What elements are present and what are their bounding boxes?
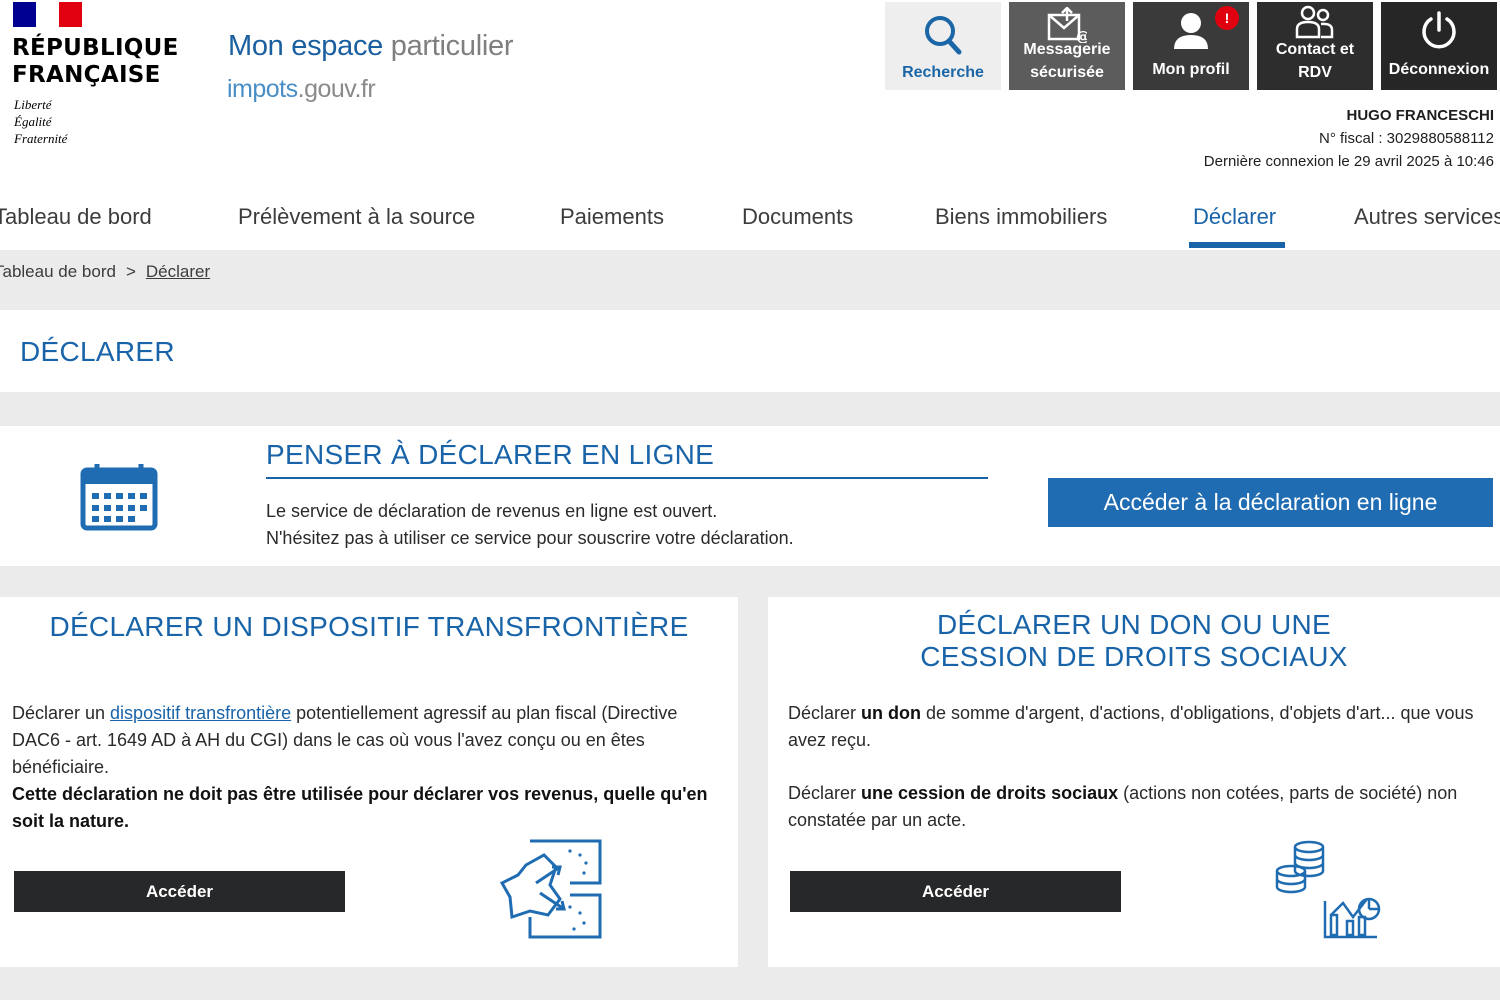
calendar-icon xyxy=(80,464,158,531)
site-url-main: impots xyxy=(227,75,298,103)
gift-shares-title-line-2: CESSION DE DROITS SOCIAUX xyxy=(920,641,1348,672)
nav-item-biens-immobiliers[interactable]: Biens immobiliers xyxy=(935,204,1107,230)
promo-text: Le service de déclaration de revenus en … xyxy=(266,498,794,552)
main-nav: Tableau de bord Prélèvement à la source … xyxy=(0,178,1500,250)
promo-line-2: N'hésitez pas à utiliser ce service pour… xyxy=(266,528,794,548)
shares-text-1: Déclarer xyxy=(788,783,862,803)
breadcrumb-home[interactable]: Tableau de bord xyxy=(0,262,116,281)
nav-item-paiements[interactable]: Paiements xyxy=(560,204,664,230)
republique-label: RÉPUBLIQUE xyxy=(12,35,179,61)
promo-title: PENSER À DÉCLARER EN LIGNE xyxy=(266,439,715,470)
gift-text-bold: un don xyxy=(861,703,922,723)
breadcrumb: Tableau de bord > Déclarer xyxy=(0,262,210,282)
contacts-icon xyxy=(1295,5,1334,39)
logout-button[interactable]: Déconnexion xyxy=(1381,2,1497,90)
nav-item-documents[interactable]: Documents xyxy=(742,204,853,230)
nav-item-tableau-de-bord[interactable]: Tableau de bord xyxy=(0,204,152,230)
online-declaration-button[interactable]: Accéder à la déclaration en ligne xyxy=(1048,478,1493,527)
site-url-logo[interactable]: impots.gouv.fr xyxy=(227,75,376,104)
shares-paragraph: Déclarer une cession de droits sociaux (… xyxy=(788,780,1488,834)
site-title[interactable]: Mon espace particulier xyxy=(228,30,513,63)
logout-button-label: Déconnexion xyxy=(1388,61,1490,78)
gift-shares-title: DÉCLARER UN DON OU UNE CESSION DE DROITS… xyxy=(768,609,1500,673)
nav-item-prelevement[interactable]: Prélèvement à la source xyxy=(238,204,475,230)
shares-text-bold: une cession de droits sociaux xyxy=(861,783,1119,803)
gift-text-1: Déclarer xyxy=(788,703,862,723)
cross-border-link[interactable]: dispositif transfrontière xyxy=(110,703,291,723)
profile-button[interactable]: ! Mon profil xyxy=(1133,2,1249,90)
promo-divider xyxy=(266,477,988,479)
nav-active-indicator xyxy=(1189,242,1285,248)
svg-text:@: @ xyxy=(1076,29,1087,43)
gift-shares-title-line-1: DÉCLARER UN DON OU UNE xyxy=(937,609,1331,640)
search-icon xyxy=(925,16,962,55)
gift-shares-card: DÉCLARER UN DON OU UNE CESSION DE DROITS… xyxy=(768,597,1500,967)
breadcrumb-separator: > xyxy=(125,262,136,281)
motto-liberte: Liberté xyxy=(14,97,52,112)
messaging-label-2: sécurisée xyxy=(1030,64,1104,81)
cross-border-title: DÉCLARER UN DISPOSITIF TRANSFRONTIÈRE xyxy=(49,611,689,642)
site-title-strong: Mon espace xyxy=(228,30,383,62)
contact-label-2: RDV xyxy=(1298,64,1332,81)
header-toolbar: Recherche @ Messagerie sécurisée ! Mon p… xyxy=(885,2,1497,90)
map-arrows-icon xyxy=(500,839,602,939)
last-login: Dernière connexion le 29 avril 2025 à 10… xyxy=(1203,153,1494,170)
page-title-band: DÉCLARER xyxy=(0,310,1500,392)
francaise-label: FRANÇAISE xyxy=(12,62,161,88)
user-info: HUGO FRANCESCHI N° fiscal : 302988058811… xyxy=(1204,104,1494,173)
motto-fraternite: Fraternité xyxy=(14,131,68,146)
nav-item-autres-services[interactable]: Autres services xyxy=(1354,204,1500,230)
user-name: HUGO FRANCESCHI xyxy=(1346,107,1494,124)
motto: Liberté Égalité Fraternité xyxy=(14,96,67,147)
french-flag-logo xyxy=(13,2,82,27)
profile-alert-badge: ! xyxy=(1215,6,1239,30)
profile-button-label: Mon profil xyxy=(1152,61,1230,78)
breadcrumb-current[interactable]: Déclarer xyxy=(146,262,210,281)
secure-messaging-button[interactable]: @ Messagerie sécurisée xyxy=(1009,2,1125,90)
site-url-rest: .gouv.fr xyxy=(297,75,376,103)
user-icon xyxy=(1174,13,1208,49)
cross-border-card: DÉCLARER UN DISPOSITIF TRANSFRONTIÈRE Dé… xyxy=(0,597,738,967)
online-declaration-banner: PENSER À DÉCLARER EN LIGNE Le service de… xyxy=(0,426,1500,566)
cross-border-warning: Cette déclaration ne doit pas être utili… xyxy=(12,784,708,831)
page-title: DÉCLARER xyxy=(20,336,175,367)
envelope-icon: @ xyxy=(1047,7,1087,43)
site-header: RÉPUBLIQUE FRANÇAISE Liberté Égalité Fra… xyxy=(0,0,1500,178)
gift-shares-access-button[interactable]: Accéder xyxy=(790,871,1121,912)
fiscal-number: N° fiscal : 3029880588112 xyxy=(1318,130,1494,147)
contact-rdv-button[interactable]: Contact et RDV xyxy=(1257,2,1373,90)
search-button-label: Recherche xyxy=(902,64,984,81)
nav-item-declarer[interactable]: Déclarer xyxy=(1193,204,1276,230)
gift-paragraph: Déclarer un don de somme d'argent, d'act… xyxy=(788,700,1488,754)
power-icon xyxy=(1422,11,1456,49)
site-title-light: particulier xyxy=(390,30,514,62)
cross-border-text-1: Déclarer un xyxy=(12,703,111,723)
cross-border-description: Déclarer un dispositif transfrontière po… xyxy=(12,700,728,835)
cross-border-access-button[interactable]: Accéder xyxy=(14,871,345,912)
contact-label-1: Contact et xyxy=(1275,41,1355,58)
search-button[interactable]: Recherche xyxy=(885,2,1001,90)
coins-chart-icon xyxy=(1275,840,1381,939)
motto-egalite: Égalité xyxy=(14,114,52,129)
promo-line-1: Le service de déclaration de revenus en … xyxy=(266,501,718,521)
